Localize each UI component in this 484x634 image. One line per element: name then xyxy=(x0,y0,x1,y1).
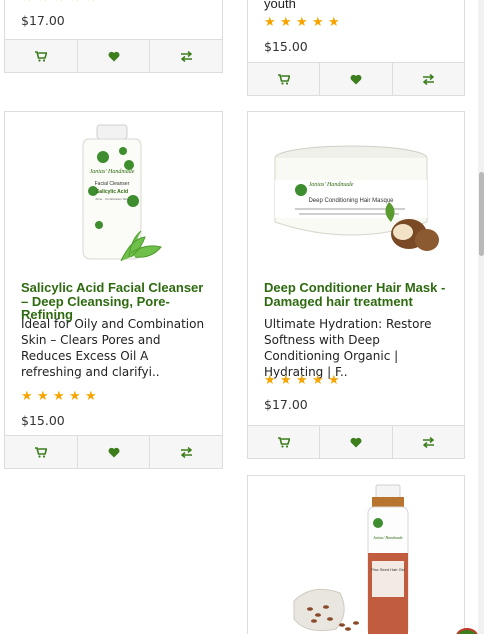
star-icon: ★ xyxy=(264,15,276,30)
rating-stars: ★ ★ ★ ★ ★ xyxy=(264,374,341,387)
star-icon: ★ xyxy=(280,373,292,388)
star-icon: ★ xyxy=(85,0,98,4)
svg-text:Acne · Combination Skin: Acne · Combination Skin xyxy=(95,197,128,201)
cart-icon xyxy=(34,446,47,458)
compare-button[interactable] xyxy=(150,40,222,72)
product-image[interactable]: Janias' Handmade Flax Seed Hair Gel xyxy=(248,482,464,634)
product-price: $15.00 xyxy=(21,413,65,428)
product-price: $17.00 xyxy=(21,13,65,28)
product-description: Ideal for Oily and Combination Skin – Cl… xyxy=(21,317,205,379)
wishlist-button[interactable] xyxy=(78,436,151,468)
product-card: Janias' Handmade Flax Seed Hair Gel xyxy=(247,475,465,634)
star-icon: ★ xyxy=(69,0,82,4)
compare-icon xyxy=(180,50,192,62)
compare-button[interactable] xyxy=(150,436,222,468)
add-to-cart-button[interactable] xyxy=(5,40,78,72)
product-actions xyxy=(247,425,465,459)
star-icon: ★ xyxy=(69,389,81,404)
wishlist-button[interactable] xyxy=(320,63,393,95)
product-actions xyxy=(4,435,223,469)
svg-text:Salicylic Acid: Salicylic Acid xyxy=(95,189,127,195)
heart-icon xyxy=(350,74,362,84)
compare-icon xyxy=(422,436,434,448)
rating-stars: ★ ★ ★ ★ ★ xyxy=(21,390,98,403)
chat-badge[interactable] xyxy=(456,628,478,634)
star-icon: ★ xyxy=(328,15,340,30)
compare-button[interactable] xyxy=(393,426,464,458)
product-card: ★★★★★ $17.00 xyxy=(4,0,223,73)
scrollbar-thumb[interactable] xyxy=(479,172,484,256)
product-card: youth ★ ★ ★ ★ ★ $15.00 xyxy=(247,0,465,96)
svg-text:Janias' Handmade: Janias' Handmade xyxy=(373,535,403,540)
svg-text:Flax Seed Hair Gel: Flax Seed Hair Gel xyxy=(371,567,405,572)
product-image[interactable]: Janias' Handmade Facial Cleanser Salicyl… xyxy=(5,120,222,272)
star-icon: ★ xyxy=(21,389,33,404)
add-to-cart-button[interactable] xyxy=(248,426,321,458)
star-icon: ★ xyxy=(296,373,308,388)
product-price: $17.00 xyxy=(264,397,308,412)
svg-text:Deep Conditioning Hair Masque: Deep Conditioning Hair Masque xyxy=(308,198,394,204)
product-price: $15.00 xyxy=(264,39,308,54)
svg-text:Janias' Handmade: Janias' Handmade xyxy=(89,169,134,175)
svg-text:Facial Cleanser: Facial Cleanser xyxy=(94,181,129,187)
compare-icon xyxy=(180,446,192,458)
rating-stars: ★★★★★ xyxy=(21,0,98,4)
star-icon: ★ xyxy=(312,373,324,388)
cart-icon xyxy=(277,73,290,85)
star-icon: ★ xyxy=(37,0,50,4)
add-to-cart-button[interactable] xyxy=(248,63,321,95)
heart-icon xyxy=(108,51,119,61)
star-icon: ★ xyxy=(328,373,340,388)
add-to-cart-button[interactable] xyxy=(5,436,78,468)
product-card: Janias' Handmade Facial Cleanser Salicyl… xyxy=(4,111,223,469)
product-title[interactable]: youth xyxy=(264,0,452,11)
star-icon: ★ xyxy=(85,389,97,404)
product-description: Ultimate Hydration: Restore Softness wit… xyxy=(264,317,432,379)
star-icon: ★ xyxy=(280,15,292,30)
rating-stars: ★ ★ ★ ★ ★ xyxy=(264,16,341,29)
star-icon: ★ xyxy=(21,0,34,4)
product-card: Janias' Handmade Deep Conditioning Hair … xyxy=(247,111,465,459)
scrollbar[interactable] xyxy=(478,0,484,634)
star-icon: ★ xyxy=(296,15,308,30)
star-icon: ★ xyxy=(37,389,49,404)
compare-button[interactable] xyxy=(393,63,464,95)
cart-icon xyxy=(34,50,47,62)
compare-icon xyxy=(422,73,434,85)
cart-icon xyxy=(277,436,290,448)
star-icon: ★ xyxy=(53,389,65,404)
svg-text:Janias' Handmade: Janias' Handmade xyxy=(309,182,354,188)
product-image[interactable]: Janias' Handmade Deep Conditioning Hair … xyxy=(248,126,464,266)
heart-icon xyxy=(108,447,119,457)
wishlist-button[interactable] xyxy=(320,426,393,458)
star-icon: ★ xyxy=(312,15,324,30)
product-actions xyxy=(4,39,223,73)
product-title[interactable]: Deep Conditioner Hair Mask - Damaged hai… xyxy=(264,281,452,308)
product-actions xyxy=(247,62,465,96)
star-icon: ★ xyxy=(53,0,66,4)
wishlist-button[interactable] xyxy=(78,40,151,72)
heart-icon xyxy=(350,437,362,447)
star-icon: ★ xyxy=(264,373,276,388)
